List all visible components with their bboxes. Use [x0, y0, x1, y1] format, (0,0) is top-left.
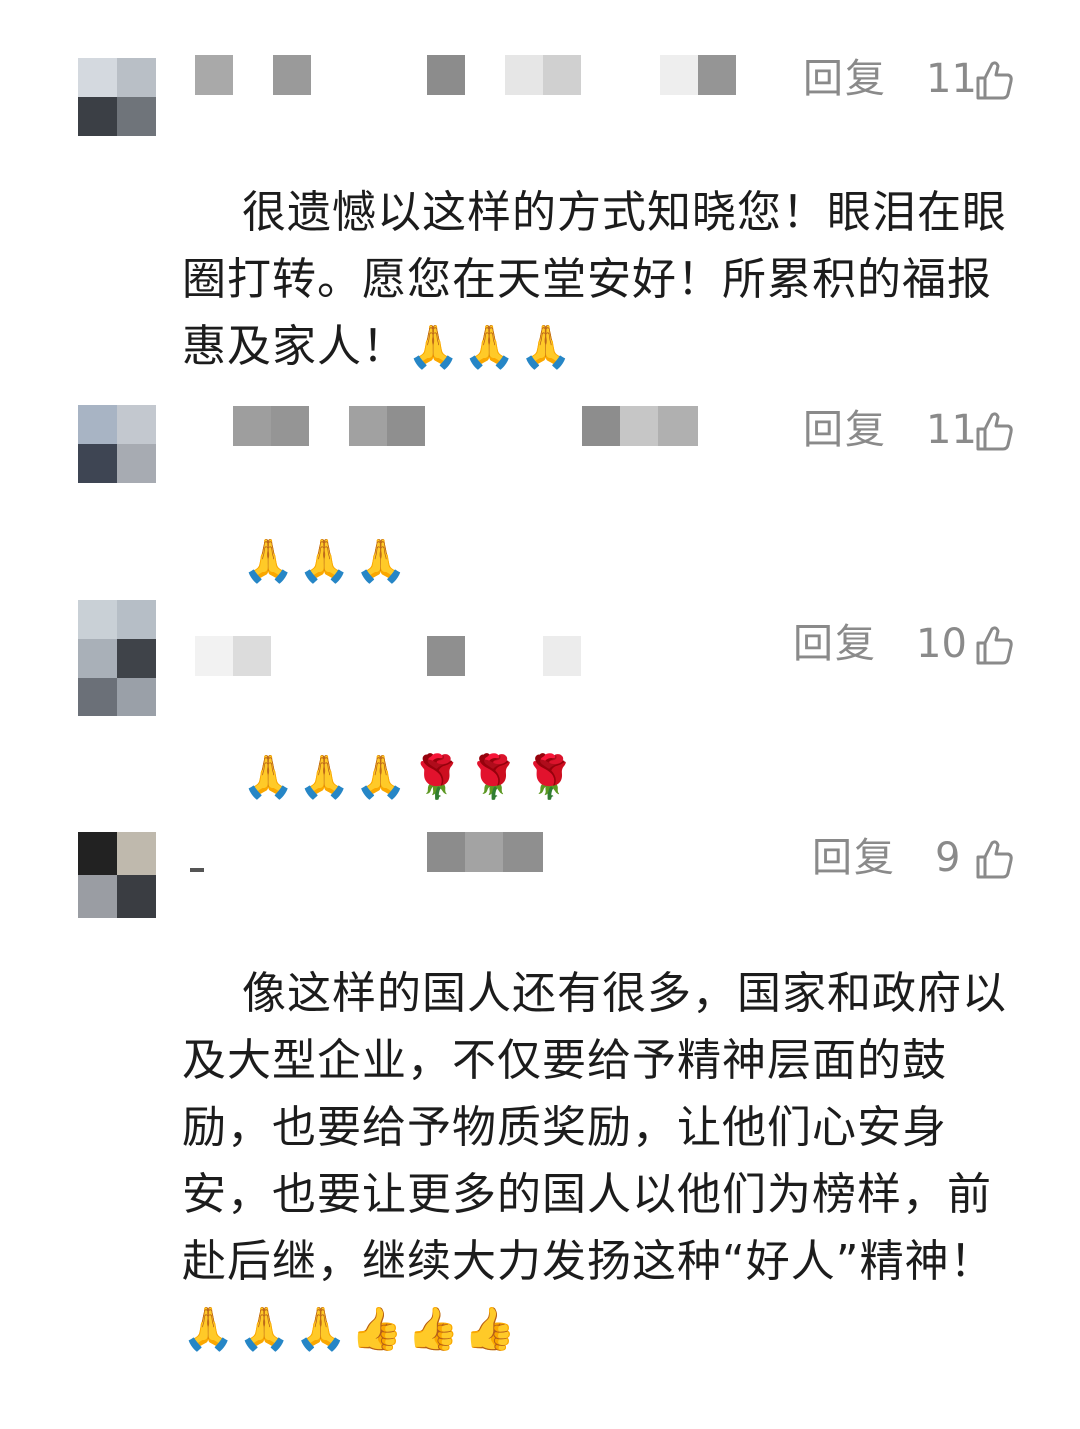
emoji-group: 🙏🙏🙏🌹🌹🌹	[241, 752, 580, 801]
emoji-group: 🙏🙏🙏	[241, 536, 411, 585]
avatar[interactable]	[78, 405, 156, 483]
reply-button[interactable]: 回复	[793, 620, 877, 668]
reply-button[interactable]: 回复	[803, 55, 887, 103]
like-count: 9	[935, 835, 961, 881]
avatar[interactable]	[78, 832, 156, 918]
thumbs-up-outline-icon[interactable]	[972, 623, 1016, 667]
like-count: 11	[926, 56, 977, 102]
comment-text: 很遗憾以这样的方式知晓您！眼泪在眼圈打转。愿您在天堂安好！所累积的福报惠及家人！…	[182, 112, 1012, 447]
comment-body: 像这样的国人还有很多，国家和政府以及大型企业，不仅要给予精神层面的鼓励，也要给予…	[182, 968, 1007, 1287]
reply-button[interactable]: 回复	[803, 406, 887, 454]
comment-body: 很遗憾以这样的方式知晓您！眼泪在眼圈打转。愿您在天堂安好！所累积的福报惠及家人！	[182, 187, 1007, 372]
thumbs-up-outline-icon[interactable]	[972, 837, 1016, 881]
like-count: 10	[916, 621, 967, 667]
thumbs-up-outline-icon[interactable]	[972, 58, 1016, 102]
like-count: 11	[926, 407, 977, 453]
emoji-group: 🙏🙏🙏👍👍👍	[182, 1304, 520, 1353]
comment-text: 🙏🙏🙏	[182, 460, 1012, 661]
emoji-group: 🙏🙏🙏	[407, 322, 576, 371]
avatar[interactable]	[78, 58, 156, 136]
thumbs-up-outline-icon[interactable]	[972, 409, 1016, 453]
avatar[interactable]	[78, 600, 156, 716]
reply-button[interactable]: 回复	[812, 834, 896, 882]
comment-text: 像这样的国人还有很多，国家和政府以及大型企业，不仅要给予精神层面的鼓励，也要给予…	[182, 893, 1012, 1429]
